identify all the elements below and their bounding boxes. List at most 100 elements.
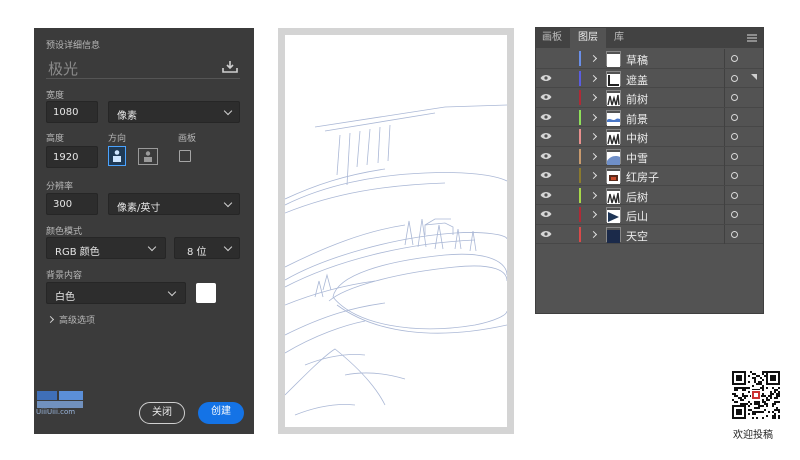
visibility-toggle[interactable]	[538, 51, 554, 66]
tab-libraries[interactable]: 库	[608, 28, 630, 48]
preset-details-title: 预设详细信息	[46, 41, 101, 51]
chevron-right-icon[interactable]	[589, 171, 598, 180]
eye-icon[interactable]	[540, 74, 552, 82]
watermark-logo: UiiiUiii.com	[36, 388, 86, 420]
layer-row[interactable]: 后山	[536, 205, 763, 225]
chevron-down-icon	[147, 242, 157, 252]
layer-thumbnail	[606, 70, 621, 87]
document-name-field[interactable]: 极光	[46, 58, 240, 79]
tab-layers[interactable]: 图层	[570, 28, 606, 48]
layer-thumbnail	[606, 51, 621, 67]
layer-color-strip	[579, 207, 581, 222]
chevron-right-icon[interactable]	[589, 230, 598, 238]
chevron-right-icon[interactable]	[589, 191, 598, 199]
layer-color-strip	[579, 90, 581, 105]
layer-divider	[724, 49, 725, 68]
background-color-swatch[interactable]	[196, 283, 216, 303]
eye-icon[interactable]	[540, 93, 552, 101]
layer-name: 遮盖	[626, 73, 648, 87]
layer-row[interactable]: 遮盖	[536, 68, 763, 88]
tab-artboards[interactable]: 画板	[536, 28, 568, 48]
layer-divider	[724, 68, 725, 88]
advanced-options-label: 高级选项	[59, 316, 96, 326]
landscape-orientation-icon[interactable]	[138, 148, 158, 165]
qr-code-icon	[731, 370, 781, 420]
eye-icon[interactable]	[540, 191, 552, 199]
portrait-orientation-icon[interactable]	[108, 146, 126, 166]
layer-name: 中树	[626, 132, 648, 145]
layer-color-strip	[579, 109, 581, 125]
layer-row[interactable]: 红房子	[536, 166, 763, 186]
width-input[interactable]: 1080	[46, 101, 98, 123]
panel-menu-icon[interactable]	[747, 34, 757, 42]
color-mode-select[interactable]: RGB 颜色	[46, 237, 166, 259]
layer-name: 前景	[626, 112, 648, 126]
bit-depth-value: 8 位	[187, 247, 207, 258]
color-mode-label: 颜色模式	[46, 227, 83, 237]
chevron-right-icon[interactable]	[589, 113, 598, 121]
watermark-text: UiiiUiii.com	[36, 408, 76, 416]
color-mode-value: RGB 颜色	[55, 247, 100, 258]
chevron-right-icon[interactable]	[589, 74, 598, 82]
layer-row[interactable]: 前景	[536, 107, 763, 127]
eye-icon[interactable]	[540, 152, 552, 160]
layer-row[interactable]: 中树	[536, 127, 763, 147]
chevron-down-icon	[167, 287, 177, 297]
height-value: 1920	[53, 152, 79, 163]
advanced-options-toggle[interactable]: 高级选项	[46, 313, 146, 327]
target-circle-icon[interactable]	[731, 230, 738, 238]
target-circle-icon[interactable]	[731, 94, 738, 101]
corner-marker-icon	[751, 74, 757, 80]
resolution-input[interactable]: 300	[46, 193, 98, 215]
layer-row[interactable]: 天空	[536, 224, 763, 244]
artboard-checkbox[interactable]	[179, 150, 191, 162]
panel-tab-bar: 画板 图层 库	[536, 28, 763, 48]
chevron-right-icon[interactable]	[589, 93, 598, 102]
chevron-right-icon	[46, 315, 55, 324]
chevron-right-icon[interactable]	[589, 152, 598, 160]
new-document-dialog: 预设详细信息 极光 宽度 1080 像素 高度 方向 画板 1920 分辨率 3…	[34, 28, 254, 434]
resolution-label: 分辨率	[46, 182, 74, 192]
layer-name: 红房子	[626, 171, 659, 184]
watermark-emblem	[37, 391, 83, 408]
target-circle-icon[interactable]	[731, 152, 738, 160]
resolution-value: 300	[53, 199, 73, 210]
layer-list: 草稿遮盖前树前景中树中雪红房子 后树 后山 天空	[536, 49, 763, 247]
width-unit-select[interactable]: 像素	[108, 101, 240, 123]
layer-name: 中雪	[626, 151, 648, 165]
target-circle-icon[interactable]	[731, 172, 738, 179]
document-canvas[interactable]	[278, 28, 514, 434]
layer-row[interactable]: 前树	[536, 88, 763, 108]
layer-color-strip	[579, 148, 581, 164]
layer-divider	[724, 185, 725, 205]
eye-icon[interactable]	[540, 113, 552, 121]
layers-panel: 画板 图层 库 草稿遮盖前树前景中树中雪红房子 后树 后山 天空	[535, 27, 764, 314]
save-preset-icon[interactable]	[222, 60, 238, 74]
background-select[interactable]: 白色	[46, 282, 186, 304]
chevron-right-icon[interactable]	[589, 210, 598, 219]
layer-color-strip	[579, 226, 581, 242]
layer-row[interactable]: 后树	[536, 185, 763, 205]
eye-icon[interactable]	[540, 171, 552, 179]
orientation-label: 方向	[108, 134, 127, 144]
resolution-unit-select[interactable]: 像素/英寸	[108, 193, 240, 215]
target-circle-icon[interactable]	[731, 74, 738, 82]
target-circle-icon[interactable]	[731, 191, 738, 199]
eye-icon[interactable]	[540, 210, 552, 218]
chevron-right-icon[interactable]	[589, 132, 598, 141]
layer-row[interactable]: 草稿	[536, 49, 763, 69]
create-button[interactable]: 创建	[198, 402, 244, 424]
layer-row[interactable]: 中雪	[536, 146, 763, 166]
target-circle-icon[interactable]	[731, 211, 738, 218]
layer-name: 前树	[626, 93, 648, 106]
close-button[interactable]: 关闭	[139, 402, 185, 424]
eye-icon[interactable]	[540, 230, 552, 238]
chevron-right-icon[interactable]	[589, 54, 598, 63]
target-circle-icon[interactable]	[731, 113, 738, 121]
eye-icon[interactable]	[540, 132, 552, 140]
layer-color-strip	[579, 129, 581, 144]
bit-depth-select[interactable]: 8 位	[174, 237, 240, 259]
height-input[interactable]: 1920	[46, 146, 98, 168]
target-circle-icon[interactable]	[731, 133, 738, 140]
target-circle-icon[interactable]	[731, 55, 738, 62]
